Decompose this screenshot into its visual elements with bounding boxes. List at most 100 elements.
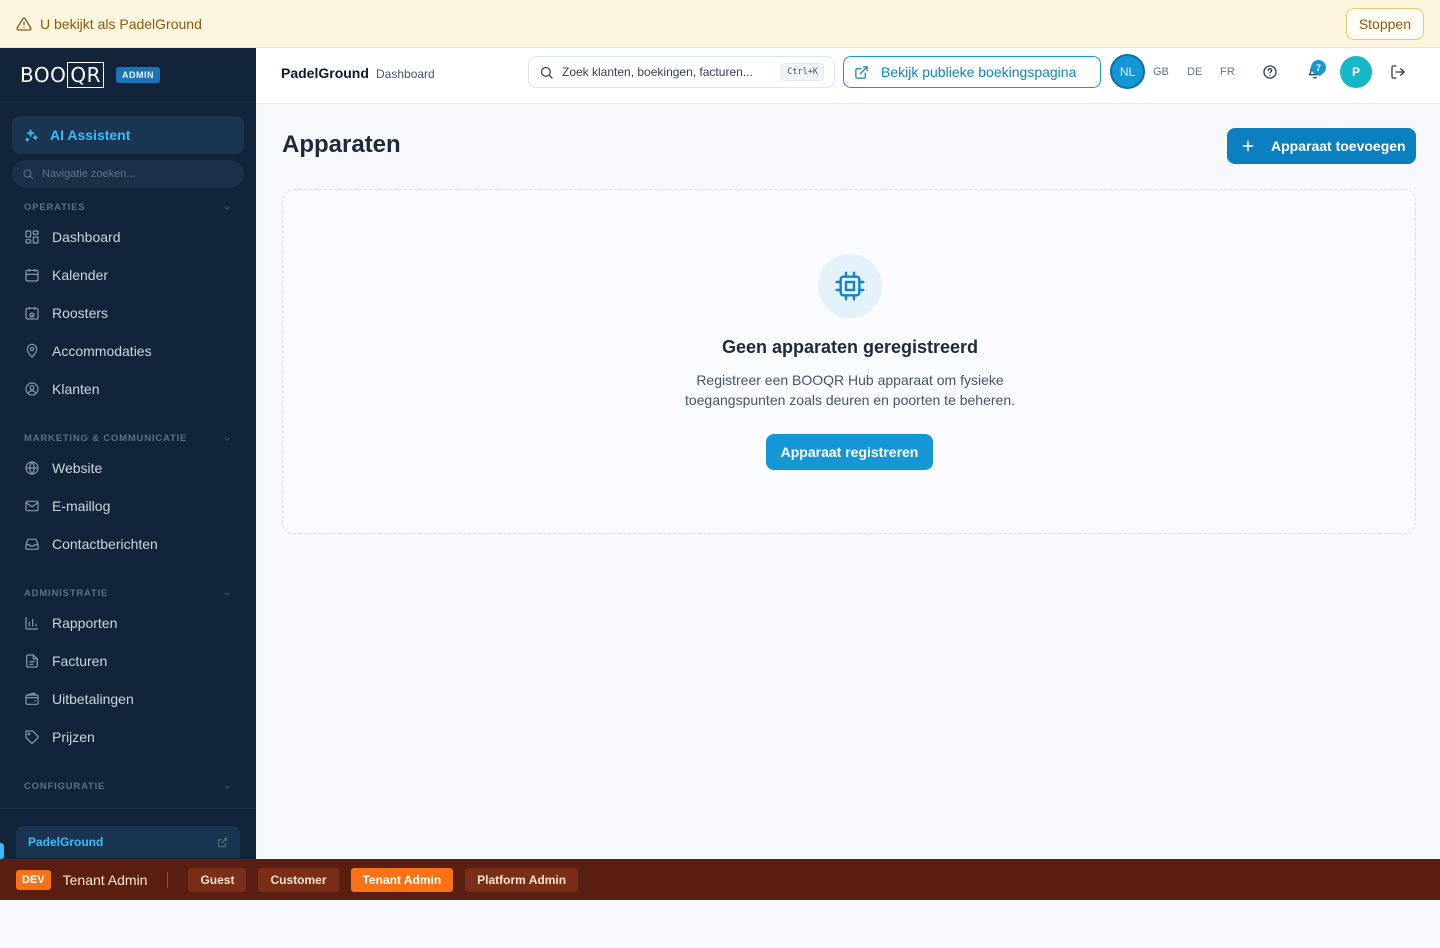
globe-icon (24, 460, 40, 476)
warning-icon (16, 15, 34, 33)
section-label: MARKETING & COMMUNICATIE (24, 433, 188, 444)
section-label: ADMINISTRATIE (24, 588, 109, 599)
lang-fr-button[interactable]: FR (1220, 66, 1235, 78)
dev-role-bar: DEV Tenant Admin Guest Customer Tenant A… (0, 859, 1440, 900)
active-indicator (0, 843, 4, 859)
sidebar-item-dashboard[interactable]: Dashboard (12, 219, 244, 255)
chevron-down-icon (222, 434, 232, 444)
map-pin-icon (24, 343, 40, 359)
notification-count-badge: 7 (1311, 60, 1326, 75)
register-device-button[interactable]: Apparaat registreren (766, 434, 933, 470)
section-label: OPERATIES (24, 202, 86, 213)
section-operaties[interactable]: OPERATIES (24, 202, 232, 213)
logout-icon (1390, 64, 1406, 80)
section-configuratie[interactable]: CONFIGURATIE (24, 781, 232, 792)
sidebar-item-label: Kalender (52, 267, 109, 283)
sidebar-item-contactberichten[interactable]: Contactberichten (12, 526, 244, 562)
sparkles-icon (24, 127, 40, 143)
chevron-down-icon (222, 203, 232, 213)
help-circle-icon (1262, 64, 1278, 80)
plus-icon (1241, 139, 1255, 153)
sidebar-item-website[interactable]: Website (12, 450, 244, 486)
page-title: Apparaten (282, 131, 401, 158)
sidebar-item-label: Roosters (52, 305, 109, 321)
add-device-button[interactable]: Apparaat toevoegen (1227, 128, 1416, 164)
sidebar-item-label: Facturen (52, 653, 108, 669)
sidebar-item-label: Contactberichten (52, 536, 158, 552)
role-customer-button[interactable]: Customer (258, 867, 339, 892)
lang-de-button[interactable]: DE (1187, 66, 1202, 78)
tenant-label: PadelGround (28, 835, 104, 849)
cpu-chip-icon (818, 254, 882, 318)
dev-badge: DEV (16, 869, 51, 890)
external-link-icon (854, 65, 869, 80)
help-button[interactable] (1260, 62, 1280, 82)
sidebar-item-prijzen[interactable]: Prijzen (12, 719, 244, 755)
empty-state-card: Geen apparaten geregistreerd Registreer … (282, 189, 1416, 534)
global-search: Ctrl+K (528, 56, 835, 88)
sidebar-divider (0, 808, 256, 809)
section-administratie[interactable]: ADMINISTRATIE (24, 588, 232, 599)
role-tenant-admin-button[interactable]: Tenant Admin (350, 867, 454, 892)
section-marketing[interactable]: MARKETING & COMMUNICATIE (24, 433, 232, 444)
sidebar-item-e-maillog[interactable]: E-maillog (12, 488, 244, 524)
lang-gb-button[interactable]: GB (1153, 66, 1169, 78)
sidebar-item-label: Dashboard (52, 229, 121, 245)
tenant-name: PadelGround (281, 65, 369, 81)
sidebar-item-roosters[interactable]: Roosters (12, 295, 244, 331)
mail-icon (24, 498, 40, 514)
user-circle-icon (24, 381, 40, 397)
chevron-down-icon (222, 782, 232, 792)
sidebar-item-kalender[interactable]: Kalender (12, 257, 244, 293)
grid-icon (24, 229, 40, 245)
search-icon (22, 168, 34, 180)
breadcrumb[interactable]: Dashboard (376, 67, 435, 81)
sidebar-item-label: Prijzen (52, 729, 95, 745)
lang-nl-button[interactable]: NL (1110, 54, 1145, 89)
sidebar-item-label: Website (52, 460, 103, 476)
booqr-logo[interactable]: BOO QR (20, 62, 104, 88)
keyboard-shortcut: Ctrl+K (781, 63, 824, 81)
logout-button[interactable] (1388, 62, 1408, 82)
inbox-icon (24, 536, 40, 552)
sidebar-item-label: E-maillog (52, 498, 111, 514)
role-guest-button[interactable]: Guest (188, 867, 247, 892)
role-platform-admin-button[interactable]: Platform Admin (465, 867, 579, 892)
sidebar-item-facturen[interactable]: Facturen (12, 643, 244, 679)
admin-badge: ADMIN (116, 67, 160, 83)
add-device-label: Apparaat toevoegen (1271, 138, 1406, 154)
current-role-label: Tenant Admin (62, 871, 148, 888)
sidebar-item-accommodaties[interactable]: Accommodaties (12, 333, 244, 369)
sidebar-item-label: Accommodaties (52, 343, 152, 359)
file-text-icon (24, 653, 40, 669)
empty-state-description: Registreer een BOOQR Hub apparaat om fys… (650, 370, 1050, 410)
empty-state-title: Geen apparaten geregistreerd (721, 337, 979, 357)
empty-desc-line-1: Registreer een BOOQR Hub apparaat om fys… (696, 372, 1004, 388)
sidebar-item-rapporten[interactable]: Rapporten (12, 605, 244, 641)
calendar-icon (24, 267, 40, 283)
tag-icon (24, 729, 40, 745)
sidebar-item-klanten[interactable]: Klanten (12, 371, 244, 407)
stop-impersonation-button[interactable]: Stoppen (1345, 8, 1424, 40)
logo-text-a: BOO (20, 63, 67, 87)
external-link-icon (217, 837, 228, 848)
tenant-link[interactable]: PadelGround (16, 826, 240, 858)
empty-desc-line-2: toegangspunten zoals deuren en poorten t… (684, 392, 1016, 408)
chevron-down-icon (222, 589, 232, 599)
sidebar-item-uitbetalingen[interactable]: Uitbetalingen (12, 681, 244, 717)
sidebar-item-label: Klanten (52, 381, 100, 397)
nav-search-input[interactable] (42, 168, 222, 180)
ai-assistant-label: AI Assistent (50, 127, 131, 143)
global-search-input[interactable] (562, 65, 770, 79)
sidebar-header: BOO QR ADMIN (0, 48, 256, 103)
impersonation-banner: U bekijkt als PadelGround Stoppen (0, 0, 1440, 48)
public-booking-label: Bekijk publieke boekingspagina (881, 64, 1077, 80)
wallet-icon (24, 691, 40, 707)
nav-search (12, 160, 244, 188)
user-avatar[interactable]: P (1340, 56, 1372, 88)
logo-text-b: QR (67, 62, 104, 88)
top-header: PadelGround Dashboard Ctrl+K Bekijk publ… (256, 48, 1440, 104)
sidebar-item-ai-assistant[interactable]: AI Assistent (12, 116, 244, 154)
public-booking-page-button[interactable]: Bekijk publieke boekingspagina (843, 56, 1101, 88)
sidebar-item-label: Uitbetalingen (52, 691, 134, 707)
